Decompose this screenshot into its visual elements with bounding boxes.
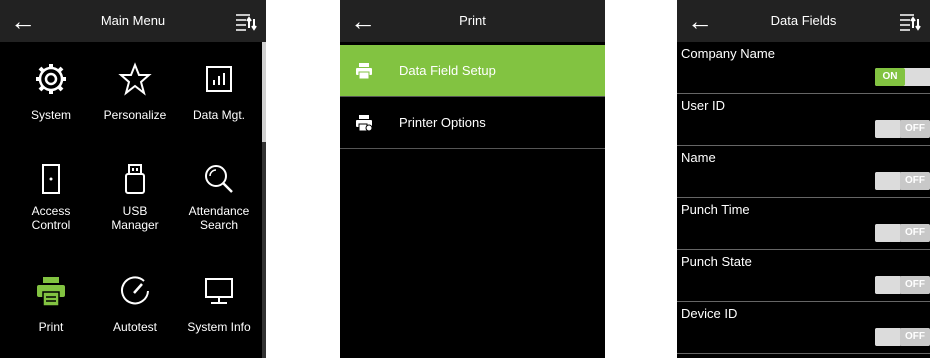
menu-item-label: Data Mgt. xyxy=(192,108,246,122)
gauge-icon xyxy=(121,276,149,305)
menu-item-system[interactable]: System xyxy=(7,50,95,122)
data-fields-header: ← Data Fields xyxy=(677,0,930,42)
toggle-switch[interactable]: ON xyxy=(875,68,930,86)
menu-item-label: System xyxy=(30,108,71,122)
scrollbar-thumb[interactable] xyxy=(262,42,266,142)
field-row-company-name: Company Name ON xyxy=(677,42,930,94)
printer-icon xyxy=(37,277,65,307)
menu-item-personalize[interactable]: Personalize xyxy=(91,50,179,122)
menu-item-print[interactable]: Print xyxy=(7,262,95,334)
list-item-data-field-setup[interactable]: Data Field Setup xyxy=(340,45,605,97)
main-menu-header: ← Main Menu xyxy=(0,0,266,42)
monitor-icon xyxy=(205,278,233,304)
menu-item-autotest[interactable]: Autotest xyxy=(91,262,179,334)
toggle-state: OFF xyxy=(900,328,930,346)
printer-settings-icon xyxy=(356,114,373,131)
toggle-state: OFF xyxy=(900,172,930,190)
data-fields-list: Company Name ON User ID OFF Name OFF Pun… xyxy=(677,42,930,354)
list-item-label: Printer Options xyxy=(399,115,486,130)
data-fields-screen: ← Data Fields Company Name ON User ID OF… xyxy=(677,0,930,358)
menu-item-label: Attendance Search xyxy=(188,204,250,232)
usb-icon xyxy=(125,164,145,194)
menu-item-label: Autotest xyxy=(112,320,158,334)
list-item-label: Data Field Setup xyxy=(399,63,496,78)
main-menu-screen: ← Main Menu System Personalize Data Mgt.… xyxy=(0,0,266,358)
menu-item-label: Personalize xyxy=(103,108,167,122)
field-label: Company Name xyxy=(681,46,775,61)
print-options-list: Data Field Setup Printer Options xyxy=(340,45,605,149)
gear-icon xyxy=(36,64,66,94)
door-icon xyxy=(42,164,60,194)
field-label: User ID xyxy=(681,98,726,113)
field-row-punch-time: Punch Time OFF xyxy=(677,198,930,250)
field-label: Name xyxy=(681,150,716,165)
printer-icon xyxy=(356,62,372,79)
toggle-switch[interactable]: OFF xyxy=(875,172,930,190)
field-label: Punch State xyxy=(681,254,752,269)
menu-item-access-control[interactable]: Access Control xyxy=(7,150,95,232)
star-icon xyxy=(118,62,152,96)
toggle-switch[interactable]: OFF xyxy=(875,120,930,138)
page-title: Main Menu xyxy=(100,13,166,28)
menu-item-label: Print xyxy=(38,320,64,334)
print-header: ← Print xyxy=(340,0,605,42)
search-icon xyxy=(205,165,233,193)
field-label: Punch Time xyxy=(681,202,750,217)
field-row-punch-state: Punch State OFF xyxy=(677,250,930,302)
toggle-state: OFF xyxy=(900,224,930,242)
menu-item-system-info[interactable]: System Info xyxy=(175,262,263,334)
menu-item-label: Access Control xyxy=(31,204,71,232)
menu-item-attendance-search[interactable]: Attendance Search xyxy=(175,150,263,232)
print-screen: ← Print Data Field Setup Printer Options xyxy=(340,0,605,358)
toggle-state: OFF xyxy=(900,276,930,294)
field-label: Device ID xyxy=(681,306,738,321)
menu-item-usb-manager[interactable]: USB Manager xyxy=(91,150,179,232)
toggle-state: ON xyxy=(875,68,905,86)
page-title: Print xyxy=(459,13,486,28)
bar-chart-icon xyxy=(206,66,232,92)
toggle-state: OFF xyxy=(900,120,930,138)
toggle-switch[interactable]: OFF xyxy=(875,328,930,346)
sort-icon[interactable] xyxy=(898,10,922,32)
menu-item-label: USB Manager xyxy=(111,204,159,232)
list-item-printer-options[interactable]: Printer Options xyxy=(340,97,605,149)
toggle-switch[interactable]: OFF xyxy=(875,276,930,294)
sort-icon[interactable] xyxy=(234,10,258,32)
menu-item-label: System Info xyxy=(187,320,251,334)
menu-item-data-mgt[interactable]: Data Mgt. xyxy=(175,50,263,122)
field-row-user-id: User ID OFF xyxy=(677,94,930,146)
toggle-switch[interactable]: OFF xyxy=(875,224,930,242)
page-title: Data Fields xyxy=(770,13,837,28)
field-row-device-id: Device ID OFF xyxy=(677,302,930,354)
field-row-name: Name OFF xyxy=(677,146,930,198)
